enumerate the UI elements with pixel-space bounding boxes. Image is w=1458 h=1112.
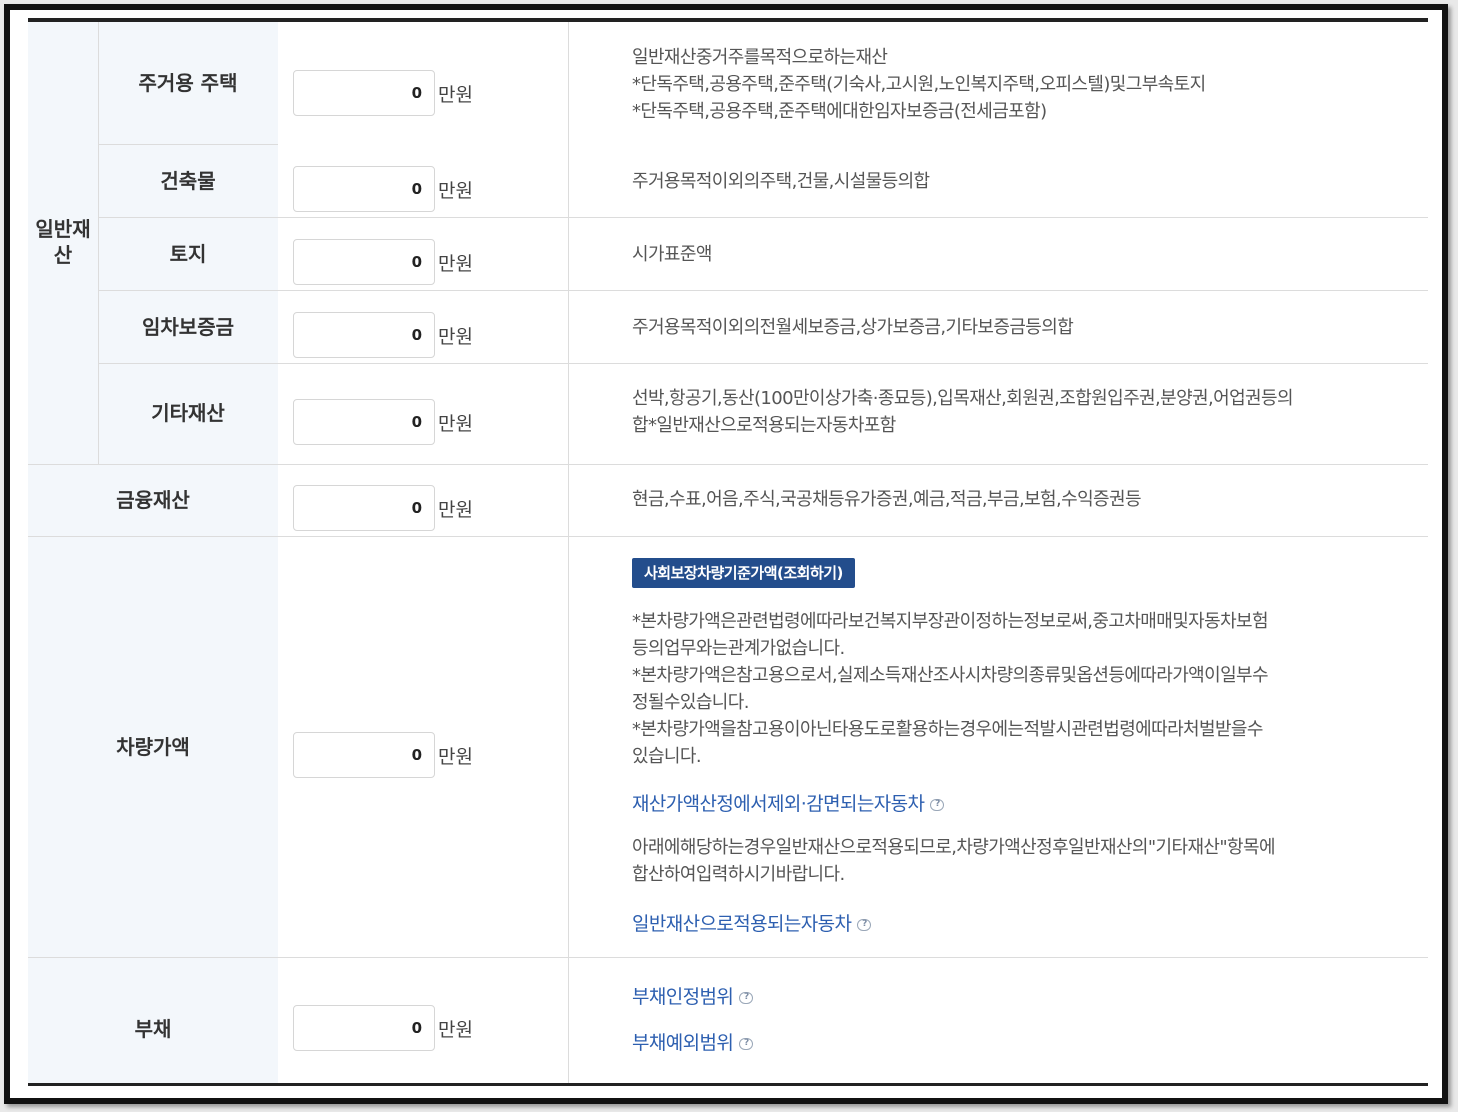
description-line: 주거용목적이외의주택,건물,시설물등의합 bbox=[632, 171, 930, 192]
description-line: *본차량가액은참고용으로서,실제소득재산조사시차량의종류및옵션등에따라가액이일부… bbox=[632, 665, 1269, 686]
link-text[interactable]: 일반재산으로적용되는자동차 bbox=[632, 913, 852, 935]
link-text[interactable]: 부채인정범위 bbox=[632, 986, 734, 1008]
asset-input-table: 일반재산 주거용 주택 만원 일반재산중거주를목적으로하는재산 *단독주택,공용… bbox=[28, 18, 1428, 1086]
building-label: 건축물 bbox=[160, 169, 216, 193]
lease-deposit-amount-input[interactable] bbox=[293, 312, 435, 358]
description-line: 일반재산중거주를목적으로하는재산 bbox=[632, 47, 888, 68]
vehicle-amount-input[interactable] bbox=[293, 732, 435, 778]
debt-recognition-range-link[interactable]: 부채인정범위? bbox=[632, 982, 754, 1009]
land-label: 토지 bbox=[169, 242, 207, 266]
unit-label: 만원 bbox=[438, 746, 473, 768]
unit-label: 만원 bbox=[438, 1019, 473, 1041]
lease-deposit-description: 주거용목적이외의전월세보증금,상가보증금,기타보증금등의합 bbox=[632, 314, 1412, 341]
unit-label: 만원 bbox=[438, 326, 473, 348]
description-line: 등의업무와는관계가없습니다. bbox=[632, 638, 845, 659]
debt-label: 부채 bbox=[134, 1017, 172, 1041]
financial-amount-input[interactable] bbox=[293, 485, 435, 531]
help-speech-icon[interactable]: ? bbox=[739, 1037, 754, 1050]
description-line: 시가표준액 bbox=[632, 244, 712, 265]
description-line: 선박,항공기,동산(100만이상가축·종묘등),입목재산,회원권,조합원입주권,… bbox=[632, 388, 1294, 409]
description-line: 아래에해당하는경우일반재산으로적용되므로,차량가액산정후일반재산의"기타재산"항… bbox=[632, 837, 1276, 858]
description-line: 있습니다. bbox=[632, 746, 702, 767]
vehicle-general-note: 아래에해당하는경우일반재산으로적용되므로,차량가액산정후일반재산의"기타재산"항… bbox=[632, 834, 1412, 888]
lease-deposit-label: 임차보증금 bbox=[142, 315, 234, 339]
debt-exclusion-range-link[interactable]: 부채예외범위? bbox=[632, 1028, 754, 1055]
row-divider bbox=[278, 144, 568, 145]
row-divider bbox=[98, 144, 278, 145]
vehicle-value-label: 차량가액 bbox=[116, 735, 190, 759]
help-speech-icon[interactable]: ? bbox=[930, 798, 945, 811]
unit-label: 만원 bbox=[438, 84, 473, 106]
description-line: *단독주택,공용주택,준주택에대한임자보증금(전세금포함) bbox=[632, 101, 1047, 122]
debt-amount-input[interactable] bbox=[293, 1005, 435, 1051]
unit-label: 만원 bbox=[438, 180, 473, 202]
excluded-vehicles-link[interactable]: 재산가액산정에서제외·감면되는자동차? bbox=[632, 789, 945, 816]
row-divider bbox=[98, 217, 1428, 218]
unit-label: 만원 bbox=[438, 499, 473, 521]
link-text[interactable]: 재산가액산정에서제외·감면되는자동차 bbox=[632, 793, 925, 815]
unit-label: 만원 bbox=[438, 413, 473, 435]
vehicle-notes: *본차량가액은관련법령에따라보건복지부장관이정하는정보로써,중고차매매및자동차보… bbox=[632, 608, 1412, 770]
description-line: 합산하여입력하시기바랍니다. bbox=[632, 864, 845, 885]
financial-assets-label: 금융재산 bbox=[116, 488, 190, 512]
description-line: *단독주택,공용주택,준주택(기숙사,고시원,노인복지주택,오피스텔)및그부속토… bbox=[632, 74, 1206, 95]
row-divider bbox=[28, 464, 1428, 465]
general-assets-label: 일반재산 bbox=[35, 217, 91, 267]
building-description: 주거용목적이외의주택,건물,시설물등의합 bbox=[632, 168, 1412, 195]
row-divider bbox=[98, 290, 1428, 291]
housing-description: 일반재산중거주를목적으로하는재산 *단독주택,공용주택,준주택(기숙사,고시원,… bbox=[632, 44, 1412, 125]
help-speech-icon[interactable]: ? bbox=[739, 991, 754, 1004]
row-divider bbox=[28, 957, 1428, 958]
housing-label: 주거용 주택 bbox=[138, 71, 238, 95]
land-description: 시가표준액 bbox=[632, 241, 1412, 268]
table-bottom-border bbox=[28, 1083, 1428, 1086]
building-amount-input[interactable] bbox=[293, 166, 435, 212]
row-divider bbox=[98, 363, 1428, 364]
financial-description: 현금,수표,어음,주식,국공채등유가증권,예금,적금,부금,보험,수익증권등 bbox=[632, 486, 1412, 513]
description-line: 합*일반재산으로적용되는자동차포함 bbox=[632, 415, 896, 436]
other-assets-amount-input[interactable] bbox=[293, 399, 435, 445]
column-divider bbox=[568, 22, 569, 1083]
unit-label: 만원 bbox=[438, 253, 473, 275]
land-amount-input[interactable] bbox=[293, 239, 435, 285]
help-speech-icon[interactable]: ? bbox=[857, 918, 872, 931]
description-line: 현금,수표,어음,주식,국공채등유가증권,예금,적금,부금,보험,수익증권등 bbox=[632, 489, 1142, 510]
description-line: *본차량가액을참고용이아닌타용도로활용하는경우에는적발시관련법령에따라처벌받을수 bbox=[632, 719, 1263, 740]
description-line: 정될수있습니다. bbox=[632, 692, 749, 713]
table-top-border bbox=[28, 18, 1428, 22]
description-line: 주거용목적이외의전월세보증금,상가보증금,기타보증금등의합 bbox=[632, 317, 1074, 338]
description-line: *본차량가액은관련법령에따라보건복지부장관이정하는정보로써,중고차매매및자동차보… bbox=[632, 611, 1269, 632]
other-assets-label: 기타재산 bbox=[151, 401, 225, 425]
asset-form-frame: 일반재산 주거용 주택 만원 일반재산중거주를목적으로하는재산 *단독주택,공용… bbox=[4, 4, 1448, 1104]
general-asset-vehicles-link[interactable]: 일반재산으로적용되는자동차? bbox=[632, 909, 872, 936]
vehicle-standard-price-lookup-button[interactable]: 사회보장차량기준가액(조회하기) bbox=[632, 558, 855, 588]
row-divider bbox=[28, 536, 1428, 537]
housing-amount-input[interactable] bbox=[293, 70, 435, 116]
link-text[interactable]: 부채예외범위 bbox=[632, 1032, 734, 1054]
other-assets-description: 선박,항공기,동산(100만이상가축·종묘등),입목재산,회원권,조합원입주권,… bbox=[632, 385, 1412, 439]
